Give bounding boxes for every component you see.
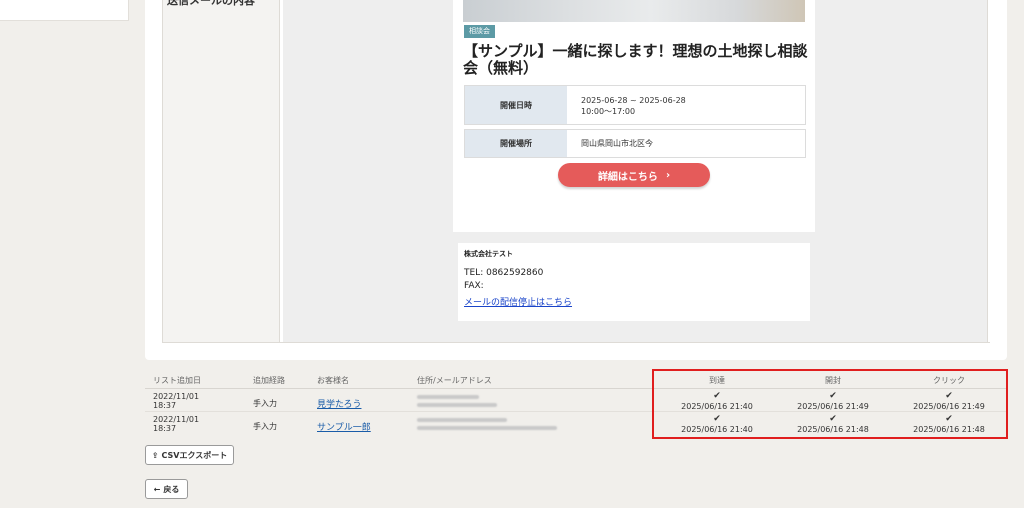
customer-name-link[interactable]: 見学たろう: [317, 397, 361, 410]
company-tel: TEL: 0862592860: [464, 268, 544, 278]
field-label: 送信メールの内容: [167, 0, 255, 7]
divider: [162, 342, 990, 343]
company-fax: FAX:: [464, 281, 484, 291]
highlight-box: [652, 369, 1008, 439]
chevron-right-icon: ›: [665, 169, 671, 181]
email-content-card: 相談会 【サンプル】一緒に探します！理想の土地探し相談会（無料） 開催日時 20…: [453, 0, 815, 232]
event-title: 【サンプル】一緒に探します！理想の土地探し相談会（無料）: [463, 42, 808, 77]
back-label: 戻る: [163, 484, 180, 494]
back-button[interactable]: ← 戻る: [145, 479, 188, 499]
info-value-line: 2025-06-28 ~ 2025-06-28: [581, 96, 686, 105]
info-row-datetime: 開催日時 2025-06-28 ~ 2025-06-28 10:00〜17:00: [464, 85, 806, 125]
header-customer: お客様名: [317, 376, 349, 385]
header-address: 住所/メールアドレス: [417, 376, 492, 385]
detail-button[interactable]: 詳細はこちら ›: [558, 163, 710, 187]
email-preview-area: 相談会 【サンプル】一緒に探します！理想の土地探し相談会（無料） 開催日時 20…: [283, 0, 988, 343]
customer-name-link[interactable]: サンプル一郎: [317, 420, 371, 433]
row-route: 手入力: [253, 399, 277, 408]
redacted-address: [417, 418, 507, 422]
email-detail-panel: 送信メールの内容 相談会 【サンプル】一緒に探します！理想の土地探し相談会（無料…: [145, 0, 1007, 360]
hero-image: [463, 0, 805, 22]
row-route: 手入力: [253, 422, 277, 431]
row-added-date: 2022/11/01 18:37: [153, 415, 199, 433]
info-row-location: 開催場所 岡山県岡山市北区今: [464, 129, 806, 158]
export-icon: ⇪: [151, 450, 159, 460]
arrow-left-icon: ←: [153, 484, 161, 494]
info-value: 岡山県岡山市北区今: [581, 139, 653, 148]
csv-export-label: CSVエクスポート: [161, 450, 228, 460]
csv-export-button[interactable]: ⇪ CSVエクスポート: [145, 445, 234, 465]
redacted-email: [417, 403, 497, 407]
time-text: 18:37: [153, 401, 177, 410]
sidebar-panel: [0, 0, 129, 21]
detail-button-label: 詳細はこちら: [597, 171, 658, 183]
row-added-date: 2022/11/01 18:37: [153, 392, 199, 410]
time-text: 18:37: [153, 424, 177, 433]
redacted-address: [417, 395, 479, 399]
email-footer-card: 株式会社テスト TEL: 0862592860 FAX: メールの配信停止はこち…: [458, 243, 810, 321]
info-value: 2025-06-28 ~ 2025-06-28 10:00〜17:00: [581, 95, 686, 117]
category-tag: 相談会: [464, 25, 495, 38]
field-label-column: 送信メールの内容: [162, 0, 280, 343]
date-text: 2022/11/01: [153, 392, 200, 401]
info-value-line: 10:00〜17:00: [581, 107, 636, 116]
info-key: 開催場所: [465, 130, 567, 157]
header-route: 追加経路: [253, 376, 285, 385]
redacted-email: [417, 426, 557, 430]
info-key: 開催日時: [465, 86, 567, 124]
header-added-date: リスト追加日: [153, 376, 201, 385]
company-name: 株式会社テスト: [464, 250, 513, 258]
unsubscribe-link[interactable]: メールの配信停止はこちら: [464, 295, 572, 308]
date-text: 2022/11/01: [153, 415, 200, 424]
